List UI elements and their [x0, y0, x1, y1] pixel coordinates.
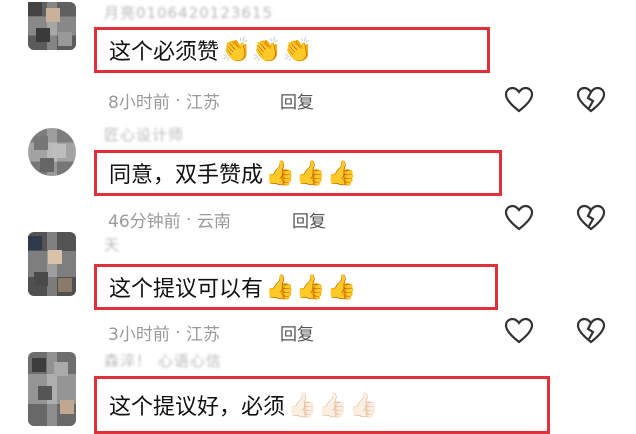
thumbs-up-emoji: 👍 — [265, 273, 295, 301]
thumbs-up-emoji: 👍 — [265, 159, 295, 187]
thumbs-up-emoji: 👍 — [295, 159, 326, 187]
thumbs-up-emoji: 👍 — [295, 273, 326, 301]
reply-button[interactable]: 回复 — [280, 320, 314, 345]
comment-meta: 8小时前 · 江苏 — [108, 88, 221, 114]
comment-location: 江苏 — [186, 93, 221, 113]
comment-meta: 3小时前 · 江苏 — [108, 320, 221, 346]
comment-text-box: 这个必须赞 👏 👏 👏 — [94, 27, 490, 73]
clap-emojis: 👏 👏 👏 — [221, 38, 314, 62]
reply-button[interactable]: 回复 — [292, 207, 326, 232]
heart-outline-icon[interactable] — [504, 317, 534, 345]
heart-outline-icon[interactable] — [504, 86, 534, 114]
heart-outline-icon[interactable] — [504, 204, 534, 232]
comment-text: 同意，双手赞成 — [109, 163, 264, 188]
thumbs-up-emoji: 👍 — [326, 273, 357, 301]
avatar[interactable] — [28, 2, 76, 50]
comment-meta: 46分钟前 · 云南 — [108, 207, 231, 233]
comment-location: 江苏 — [186, 325, 221, 345]
username[interactable]: 天 — [104, 234, 120, 255]
thumbs-up-emojis: 👍🏻 👍🏻 👍🏻 — [287, 393, 380, 417]
meta-separator: · — [169, 322, 187, 343]
comment-time: 3小时前 — [108, 325, 170, 345]
comment-time: 46分钟前 — [108, 212, 181, 232]
comment-text-box: 这个提议好，必须 👍🏻 👍🏻 👍🏻 — [94, 376, 550, 434]
clap-emoji: 👏 — [251, 36, 282, 64]
meta-separator: · — [169, 90, 187, 111]
broken-heart-icon[interactable] — [576, 86, 606, 114]
username[interactable]: 匠心设计师 — [104, 124, 184, 145]
broken-heart-icon[interactable] — [576, 204, 606, 232]
avatar[interactable] — [28, 128, 76, 176]
broken-heart-icon[interactable] — [576, 317, 606, 345]
thumbs-up-emojis: 👍 👍 👍 — [265, 275, 358, 299]
thumbs-up-emoji: 👍 — [326, 159, 357, 187]
meta-separator: · — [180, 209, 197, 230]
thumbs-up-emoji: 👍🏻 — [348, 391, 379, 419]
reply-button[interactable]: 回复 — [280, 88, 314, 113]
comment-text: 这个提议可以有 — [109, 277, 264, 302]
comment-text-box: 这个提议可以有 👍 👍 👍 — [94, 264, 498, 310]
clap-emoji: 👏 — [221, 36, 251, 64]
clap-emoji: 👏 — [282, 36, 313, 64]
thumbs-up-emoji: 👍🏻 — [287, 391, 317, 419]
thumbs-up-emoji: 👍🏻 — [317, 391, 348, 419]
avatar[interactable] — [28, 232, 76, 296]
comment-text: 这个提议好，必须 — [109, 395, 286, 420]
username[interactable]: 森淬！ 心语心信 — [104, 350, 222, 371]
comment-text-box: 同意，双手赞成 👍 👍 👍 — [94, 150, 502, 196]
comment-time: 8小时前 — [108, 93, 170, 113]
username[interactable]: 月亮0106420123615 — [104, 2, 273, 23]
avatar[interactable] — [28, 352, 76, 426]
comment-location: 云南 — [196, 212, 231, 232]
thumbs-up-emojis: 👍 👍 👍 — [265, 161, 358, 185]
comment-text: 这个必须赞 — [109, 40, 220, 65]
